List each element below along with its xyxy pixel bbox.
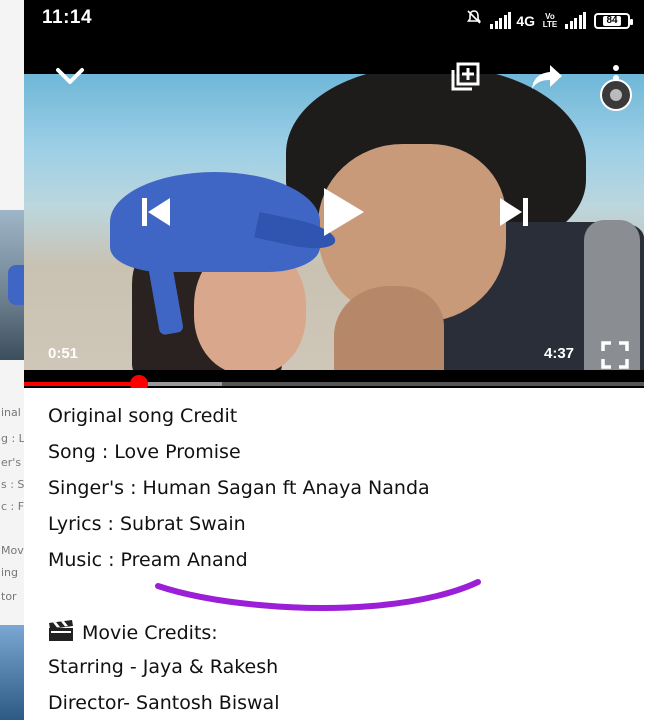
description-line: Lyrics : Subrat Swain (48, 513, 246, 535)
background-page-strip: inal g : L er's s : S c : F Movi ing tor (0, 0, 24, 720)
description-line: Singer's : Human Sagan ft Anaya Nanda (48, 477, 430, 499)
add-to-queue-icon[interactable] (449, 60, 483, 94)
chevron-down-icon[interactable] (52, 64, 88, 88)
share-icon[interactable] (530, 62, 564, 92)
background-text-fragment: g : L (1, 432, 24, 445)
director-line: Director- Santosh Biswal (48, 692, 280, 714)
battery-icon: 84 (594, 13, 633, 29)
purple-underline-annotation (152, 574, 487, 624)
background-text-fragment: s : S (1, 478, 24, 491)
battery-level: 84 (603, 16, 621, 26)
next-icon[interactable] (494, 192, 534, 232)
network-type: 4G (516, 13, 535, 29)
current-time: 0:51 (48, 345, 79, 362)
status-icons: 4G Vo LTE 84 (466, 9, 633, 29)
progress-bar[interactable] (24, 375, 644, 388)
status-time: 11:14 (42, 7, 93, 28)
progress-played (24, 382, 139, 386)
status-bar: 11:14 4G Vo LTE 84 (24, 0, 644, 40)
description-line: Original song Credit (48, 405, 238, 427)
video-frame-part (334, 286, 444, 370)
background-text-fragment: er's (1, 456, 22, 469)
movie-credits-heading: Movie Credits: (48, 620, 218, 647)
background-thumbnail (0, 625, 24, 720)
movie-credits-label: Movie Credits: (82, 622, 218, 644)
progress-thumb[interactable] (129, 375, 148, 388)
muted-bell-icon (466, 9, 482, 29)
background-text-fragment: inal (1, 406, 21, 419)
signal-strength-icon-2 (565, 12, 586, 29)
background-text-fragment: c : F (1, 500, 24, 513)
volte-indicator: Vo LTE (542, 12, 558, 29)
background-text-fragment: tor (1, 590, 17, 603)
background-thumbnail-detail (8, 265, 24, 305)
description-line: Music : Pream Anand (48, 549, 248, 571)
channel-avatar[interactable] (598, 64, 634, 112)
clapperboard-icon (48, 620, 74, 647)
total-time: 4:37 (544, 345, 575, 362)
description-line: Song : Love Promise (48, 441, 241, 463)
signal-strength-icon (490, 12, 512, 29)
background-text-fragment: ing (1, 566, 19, 579)
video-player[interactable]: 0:51 4:37 (24, 40, 644, 388)
starring-line: Starring - Jaya & Rakesh (48, 656, 279, 678)
background-text-fragment: Movi (1, 544, 24, 557)
fullscreen-icon[interactable] (600, 340, 630, 370)
play-icon[interactable] (312, 182, 372, 242)
previous-icon[interactable] (136, 192, 176, 232)
